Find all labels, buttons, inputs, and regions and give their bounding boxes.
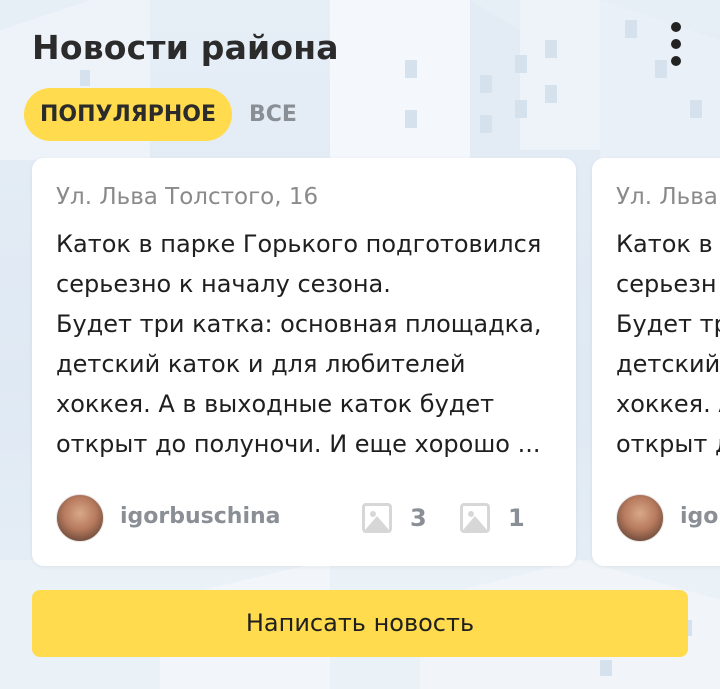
author-avatar[interactable] [616, 494, 664, 542]
tab-popular[interactable]: ПОПУЛЯРНОЕ [24, 88, 232, 141]
news-text: Каток в серьезн Будет тр детский хоккея.… [616, 230, 720, 458]
news-card-footer: igor [616, 492, 720, 544]
news-address: Ул. Льва Толстого, 16 [56, 184, 319, 210]
author-name[interactable]: igorbuschina [120, 504, 281, 529]
news-text: Каток в парке Горького подготовился серь… [56, 230, 542, 458]
photo-count-value: 1 [508, 504, 525, 532]
tab-all[interactable]: ВСЕ [232, 88, 313, 141]
image-icon [362, 503, 392, 533]
image-icon [460, 503, 490, 533]
photo-count: 1 [460, 502, 525, 534]
district-news-widget: Новости района ПОПУЛЯРНОЕ ВСЕ Ул. Льва Т… [0, 0, 720, 689]
filter-tabs: ПОПУЛЯРНОЕ ВСЕ [24, 88, 313, 141]
menu-dot [671, 56, 681, 66]
news-card-footer: igorbuschina 3 1 [56, 492, 552, 544]
photo-count-value: 3 [410, 504, 427, 532]
write-news-button[interactable]: Написать новость [32, 590, 688, 657]
news-card[interactable]: Ул. Льва Толстого, 16 Каток в парке Горь… [32, 158, 576, 566]
photo-count: 3 [362, 502, 427, 534]
news-address: Ул. Льва [616, 184, 718, 210]
menu-dot [671, 22, 681, 32]
author-name[interactable]: igor [680, 504, 720, 529]
menu-dot [671, 39, 681, 49]
widget-title: Новости района [32, 28, 339, 67]
author-avatar[interactable] [56, 494, 104, 542]
more-options-icon[interactable] [652, 16, 700, 72]
news-card[interactable]: Ул. Льва Каток в серьезн Будет тр детски… [592, 158, 720, 566]
